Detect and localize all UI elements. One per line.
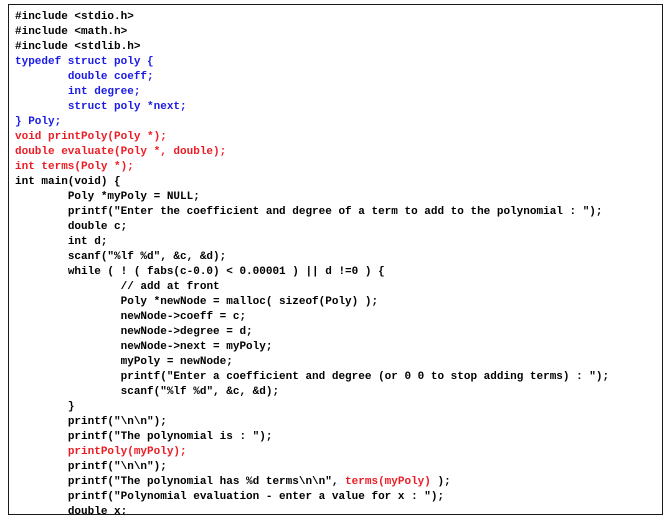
page-root: #include <stdio.h> #include <math.h> #incl…: [0, 0, 672, 522]
code-line: printf("\n\n");: [15, 415, 662, 430]
code-token-black: scanf("%lf %d", &c, &d);: [67, 251, 227, 263]
code-token-black: Poly *newNode = malloc( sizeof(Poly) );: [120, 296, 379, 308]
code-token-black: #include <stdio.h>: [15, 11, 134, 23]
code-line: int d;: [15, 235, 662, 250]
code-line: void printPoly(Poly *);: [15, 130, 662, 145]
code-line: newNode->next = myPoly;: [15, 340, 662, 355]
code-line: double x;: [15, 505, 662, 515]
code-line: printf("The polynomial is : ");: [15, 430, 662, 445]
code-token-red: printPoly(myPoly);: [67, 446, 187, 458]
code-token-black: while ( ! ( fabs(c-0.0) < 0.00001 ) || d…: [67, 266, 385, 278]
code-token-black: myPoly = newNode;: [120, 356, 233, 368]
code-token-black: int main(void) {: [15, 176, 121, 188]
code-line: int terms(Poly *);: [15, 160, 662, 175]
code-line: newNode->degree = d;: [15, 325, 662, 340]
code-token-blue: typedef struct poly {: [15, 56, 154, 68]
code-token-black: newNode->next = myPoly;: [120, 341, 273, 353]
code-line: } Poly;: [15, 115, 662, 130]
code-line: }: [15, 400, 662, 415]
code-token-red: void printPoly(Poly *);: [15, 131, 167, 143]
code-line: myPoly = newNode;: [15, 355, 662, 370]
code-token-black: printf("\n\n");: [67, 461, 167, 473]
code-line: Poly *myPoly = NULL;: [15, 190, 662, 205]
code-line: #include <math.h>: [15, 25, 662, 40]
code-line: // add at front: [15, 280, 662, 295]
code-line: int main(void) {: [15, 175, 662, 190]
code-line: scanf("%lf %d", &c, &d);: [15, 250, 662, 265]
code-line: double c;: [15, 220, 662, 235]
code-token-black: // add at front: [120, 281, 220, 293]
code-token-blue: double coeff;: [67, 71, 154, 83]
code-token-red: int terms(Poly *);: [15, 161, 134, 173]
code-token-blue: struct poly *next;: [67, 101, 187, 113]
code-token-black: newNode->coeff = c;: [120, 311, 247, 323]
code-token-black: printf("Enter the coefficient and degree…: [67, 206, 603, 218]
code-line: printPoly(myPoly);: [15, 445, 662, 460]
code-token-red: terms(myPoly): [345, 476, 431, 488]
code-line: typedef struct poly {: [15, 55, 662, 70]
code-token-black: scanf("%lf %d", &c, &d);: [120, 386, 280, 398]
code-line: #include <stdio.h>: [15, 10, 662, 25]
code-token-blue: int degree;: [67, 86, 141, 98]
code-line: scanf("%lf %d", &c, &d);: [15, 385, 662, 400]
code-token-black: printf("Enter a coefficient and degree (…: [120, 371, 610, 383]
code-line: newNode->coeff = c;: [15, 310, 662, 325]
code-line: #include <stdlib.h>: [15, 40, 662, 55]
code-line: struct poly *next;: [15, 100, 662, 115]
code-line: printf("\n\n");: [15, 460, 662, 475]
code-token-black: int d;: [67, 236, 108, 248]
code-token-black: printf("The polynomial is : ");: [67, 431, 273, 443]
code-line: double coeff;: [15, 70, 662, 85]
code-line: printf("Enter the coefficient and degree…: [15, 205, 662, 220]
code-line: int degree;: [15, 85, 662, 100]
code-token-black: #include <math.h>: [15, 26, 128, 38]
code-line: while ( ! ( fabs(c-0.0) < 0.00001 ) || d…: [15, 265, 662, 280]
code-listing-frame: #include <stdio.h> #include <math.h> #incl…: [8, 4, 663, 515]
code-token-black: #include <stdlib.h>: [15, 41, 141, 53]
code-token-black: double c;: [67, 221, 128, 233]
code-token-black: printf("Polynomial evaluation - enter a …: [67, 491, 445, 503]
code-token-black: printf("\n\n");: [67, 416, 167, 428]
code-token-black: );: [430, 476, 451, 488]
code-token-black: Poly *myPoly = NULL;: [67, 191, 200, 203]
code-line: printf("Enter a coefficient and degree (…: [15, 370, 662, 385]
code-token-black: newNode->degree = d;: [120, 326, 253, 338]
code-listing[interactable]: #include <stdio.h> #include <math.h> #incl…: [9, 5, 662, 515]
code-token-black: }: [67, 401, 75, 413]
code-token-blue: } Poly;: [15, 116, 62, 128]
code-line: printf("The polynomial has %d terms\n\n"…: [15, 475, 662, 490]
code-line: printf("Polynomial evaluation - enter a …: [15, 490, 662, 505]
code-token-black: printf("The polynomial has %d terms\n\n"…: [67, 476, 346, 488]
code-line: double evaluate(Poly *, double);: [15, 145, 662, 160]
code-token-red: double evaluate(Poly *, double);: [15, 146, 227, 158]
code-token-black: double x;: [67, 506, 128, 515]
code-line: Poly *newNode = malloc( sizeof(Poly) );: [15, 295, 662, 310]
